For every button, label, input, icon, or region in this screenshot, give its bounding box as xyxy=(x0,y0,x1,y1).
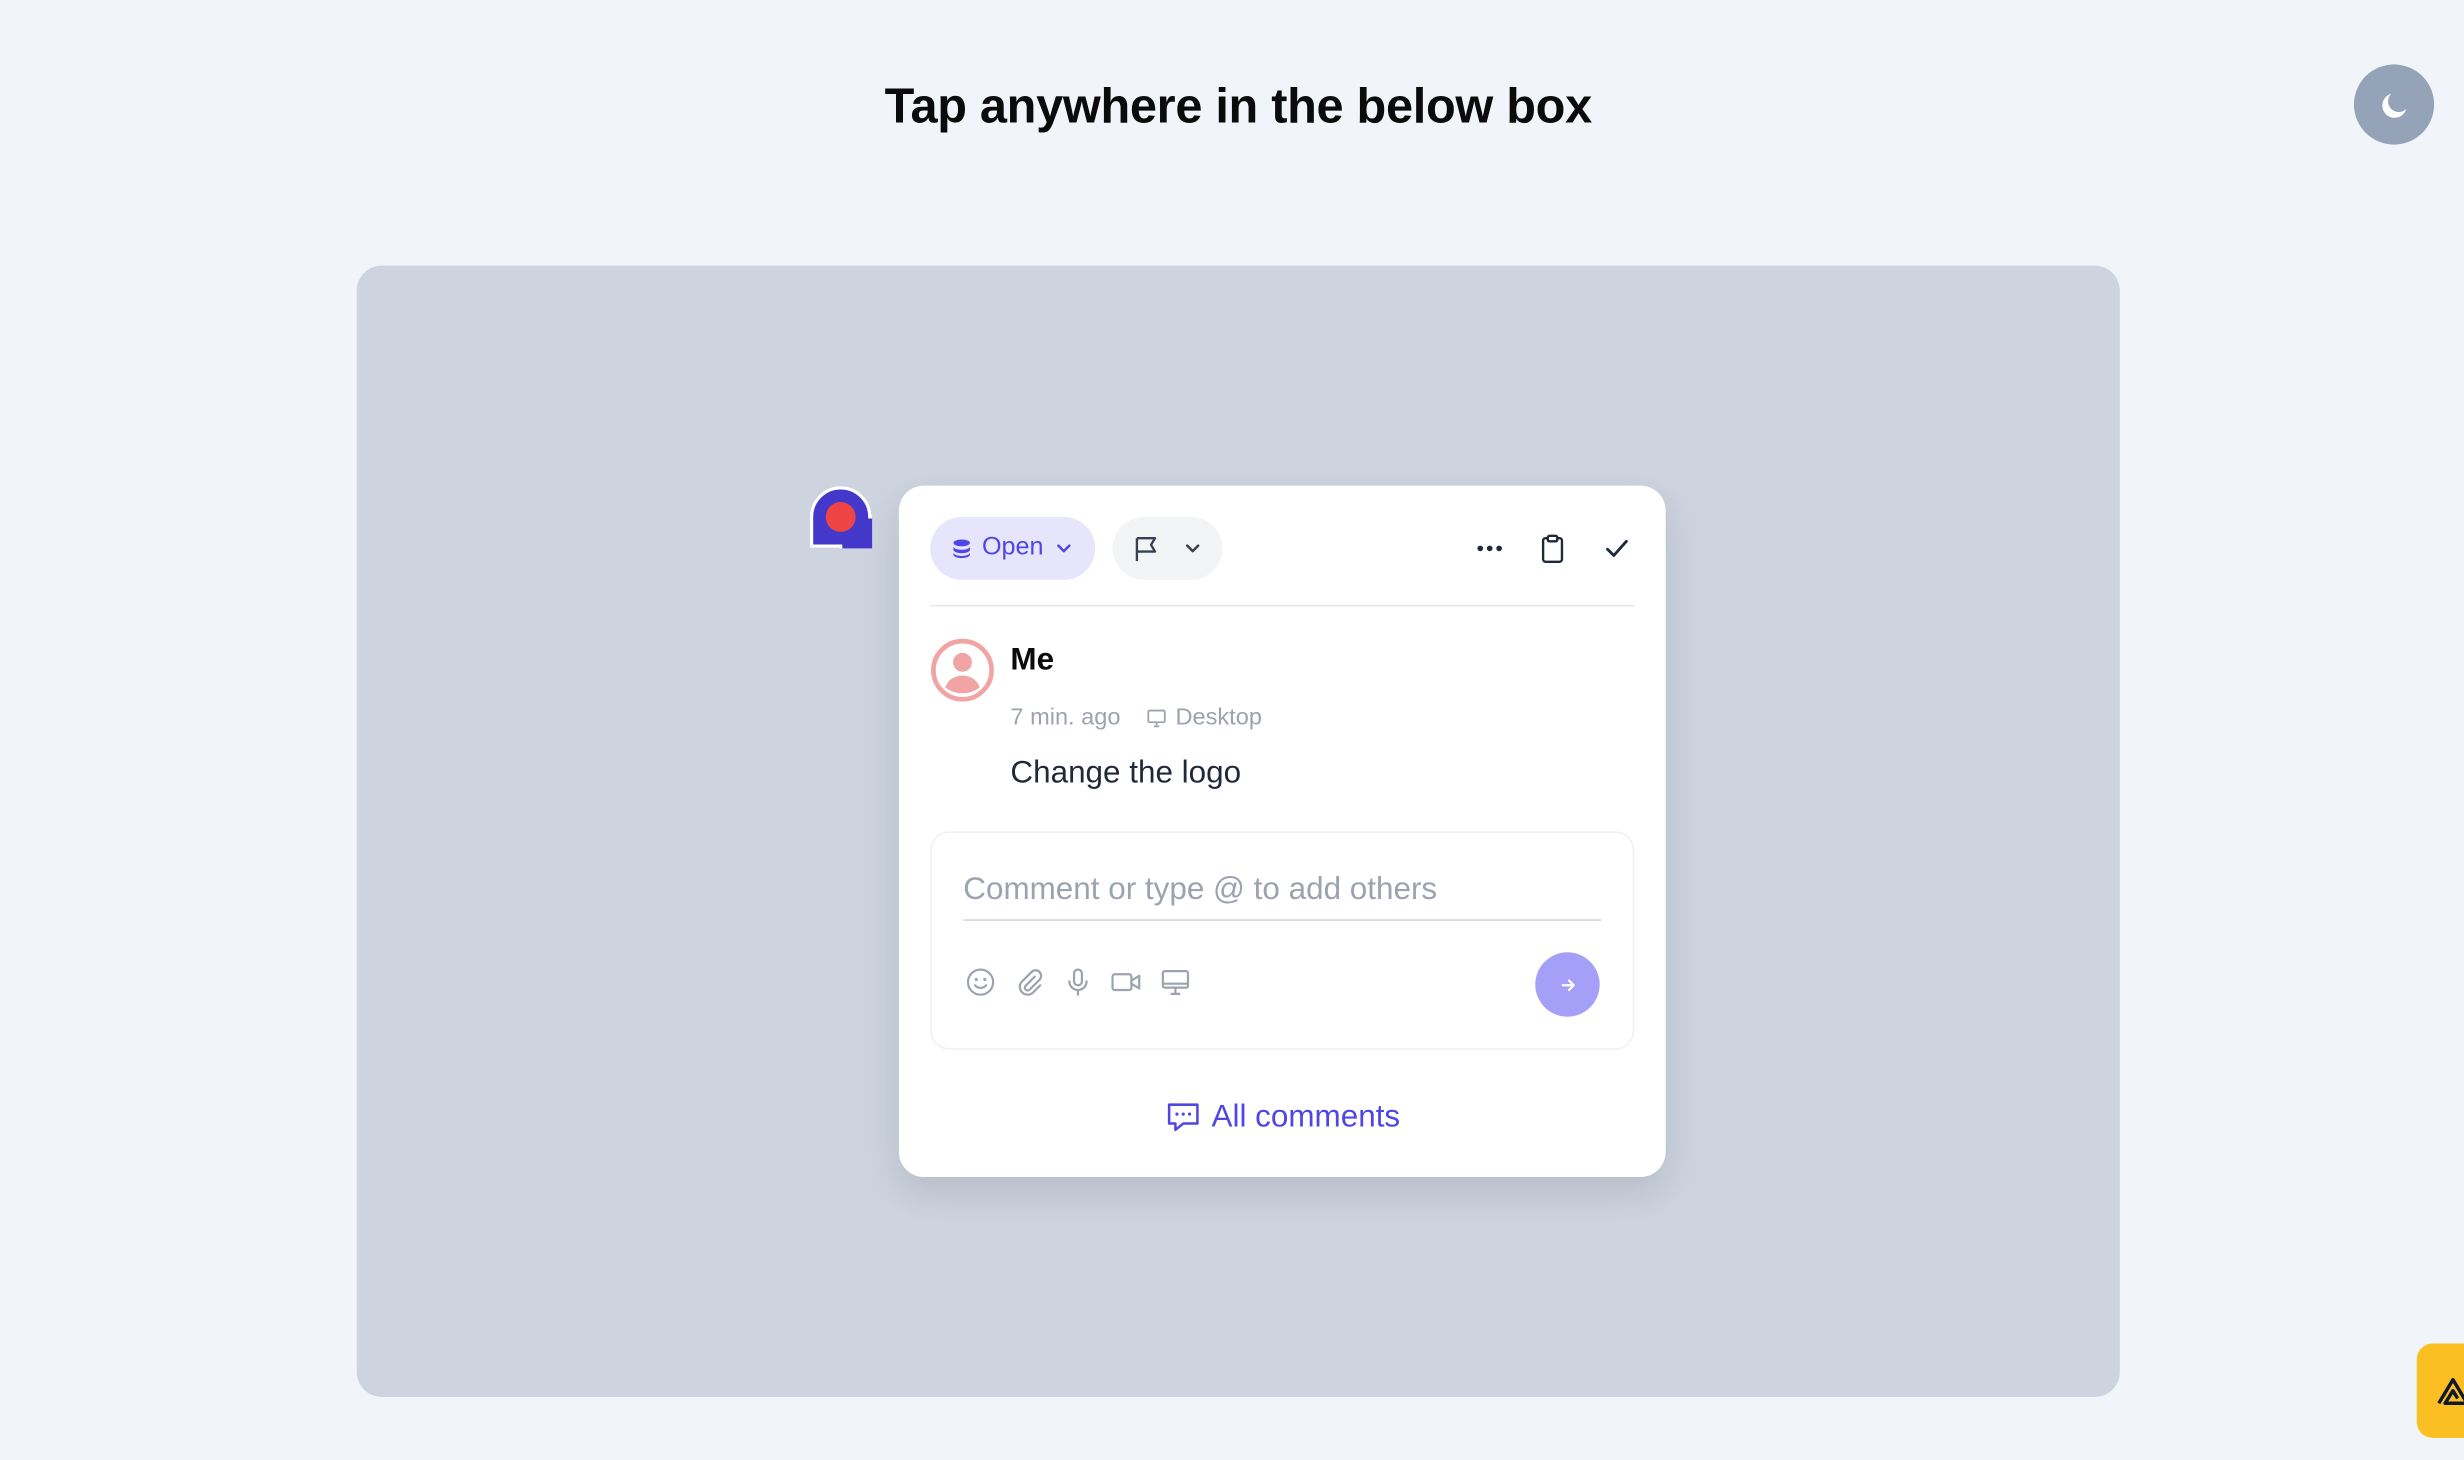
chat-bubble-icon xyxy=(1167,1103,1199,1132)
status-label: Open xyxy=(982,534,1044,561)
comment-pin[interactable] xyxy=(809,486,901,577)
comment-author: Me xyxy=(1010,642,1055,678)
screen-icon xyxy=(1161,970,1190,996)
send-button[interactable] xyxy=(1535,952,1600,1017)
video-button[interactable] xyxy=(1109,965,1144,1000)
priority-dropdown[interactable] xyxy=(1112,516,1223,580)
resolve-button[interactable] xyxy=(1592,523,1642,573)
header-divider xyxy=(930,604,1635,607)
paperclip-icon xyxy=(1018,969,1043,996)
emoji-button[interactable] xyxy=(963,965,998,1000)
chevron-down-icon xyxy=(1057,544,1071,553)
brand-logo-icon xyxy=(2437,1377,2464,1405)
status-dropdown[interactable]: Open xyxy=(930,516,1096,580)
status-stack-icon xyxy=(953,539,970,559)
emoji-icon xyxy=(966,968,995,996)
all-comments-label: All comments xyxy=(1211,1099,1401,1134)
video-icon xyxy=(1111,973,1141,992)
microphone-icon xyxy=(1068,968,1088,996)
voice-button[interactable] xyxy=(1061,965,1096,1000)
more-options-button[interactable] xyxy=(1465,523,1515,573)
comment-device-label: Desktop xyxy=(1175,703,1262,731)
desktop-icon xyxy=(1147,708,1166,727)
moon-icon xyxy=(2381,92,2406,117)
screen-record-button[interactable] xyxy=(1158,965,1193,1000)
page-title: Tap anywhere in the below box xyxy=(884,78,1593,134)
comment-device: Desktop xyxy=(1146,704,1262,731)
attach-button[interactable] xyxy=(1012,965,1047,1000)
theme-toggle-button[interactable] xyxy=(2353,64,2435,145)
comment-composer xyxy=(930,831,1635,1050)
comment-card: Open Me 7 min. ago Desktop Change the lo… xyxy=(898,485,1666,1177)
chevron-down-icon xyxy=(1185,544,1200,553)
comment-pin-icon xyxy=(810,486,901,577)
comment-input[interactable] xyxy=(963,859,1602,921)
avatar xyxy=(930,638,994,702)
widget-launcher-button[interactable] xyxy=(2416,1343,2464,1438)
composer-toolbar xyxy=(963,965,1192,1000)
comment-time: 7 min. ago xyxy=(1010,703,1121,731)
user-avatar-icon xyxy=(931,638,994,702)
comment-body: Change the logo xyxy=(1010,755,1242,791)
comment-meta: 7 min. ago Desktop xyxy=(1010,704,1262,731)
arrow-right-icon xyxy=(1560,978,1575,991)
app-root: Tap anywhere in the below box Open Me 7 … xyxy=(0,0,2464,1460)
checkmark-icon xyxy=(1606,539,1628,557)
more-icon xyxy=(1477,545,1502,552)
clipboard-icon xyxy=(1541,534,1564,563)
flag-icon xyxy=(1135,537,1157,561)
copy-button[interactable] xyxy=(1527,523,1577,573)
comment-canvas[interactable]: Open Me 7 min. ago Desktop Change the lo… xyxy=(356,265,2120,1397)
all-comments-link[interactable]: All comments xyxy=(899,1098,1666,1136)
